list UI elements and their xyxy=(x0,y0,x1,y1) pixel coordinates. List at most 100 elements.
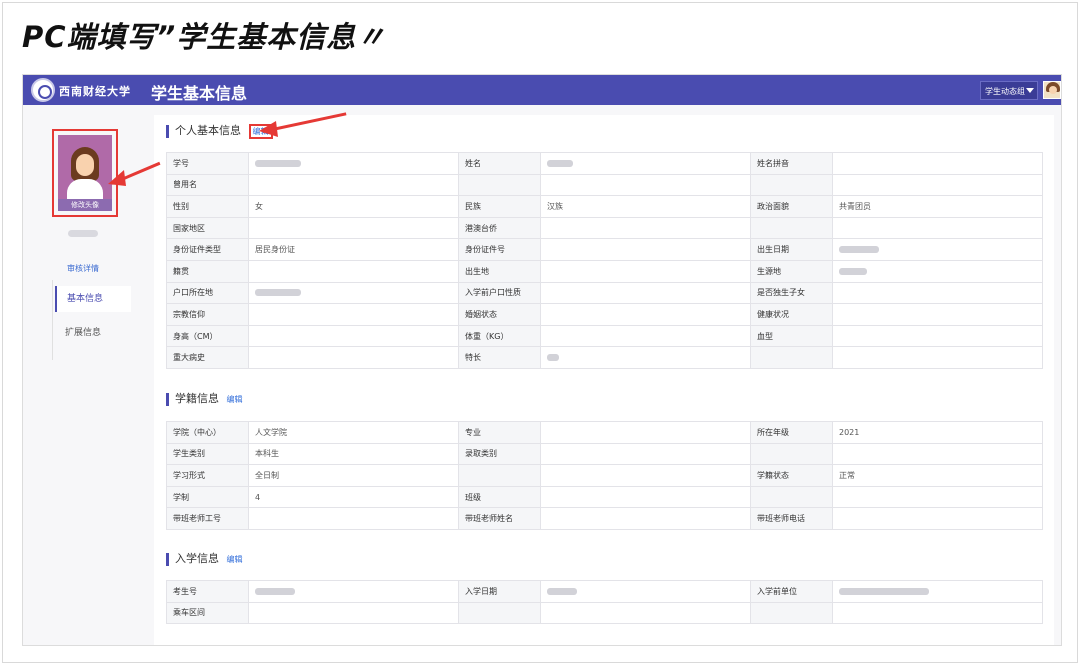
field-label: 重大病史 xyxy=(166,346,249,369)
field-value: 汉族 xyxy=(540,195,751,218)
audit-details-link[interactable]: 审核详情 xyxy=(67,263,99,274)
field-label: 出生地 xyxy=(458,259,541,283)
field-value: 正常 xyxy=(832,464,1043,487)
field-value: 本科生 xyxy=(248,442,459,466)
field-label: 学号 xyxy=(166,152,249,175)
field-value xyxy=(248,346,459,369)
field-label xyxy=(750,485,833,509)
edit-admission-button[interactable]: 编辑 xyxy=(227,555,243,564)
field-label: 体重（KG） xyxy=(458,324,541,348)
table-row: 曾用名 xyxy=(166,173,1043,197)
field-value xyxy=(540,152,751,175)
field-label: 政治面貌 xyxy=(750,195,833,218)
photo-highlight-box: 修改头像 xyxy=(52,129,118,217)
table-row: 身高（CM） 体重（KG） 血型 xyxy=(166,324,1043,348)
field-value xyxy=(248,324,459,348)
field-label: 录取类别 xyxy=(458,442,541,466)
field-label: 姓名 xyxy=(458,152,541,175)
field-label: 带班老师电话 xyxy=(750,507,833,530)
field-value xyxy=(540,442,751,466)
field-label xyxy=(750,173,833,197)
field-label: 乘车区间 xyxy=(166,601,249,625)
field-label: 港澳台侨 xyxy=(458,216,541,240)
field-label: 户口所在地 xyxy=(166,281,249,305)
field-value xyxy=(248,259,459,283)
field-value: 人文学院 xyxy=(248,421,459,444)
field-value: 居民身份证 xyxy=(248,238,459,261)
redacted-value xyxy=(547,354,559,362)
field-label xyxy=(750,442,833,466)
field-label: 曾用名 xyxy=(166,173,249,197)
photo-face xyxy=(76,154,94,176)
table-row: 性别女民族 汉族 政治面貌 共青团员 xyxy=(166,195,1043,218)
student-photo[interactable]: 修改头像 xyxy=(58,135,112,211)
field-label: 性别 xyxy=(166,195,249,218)
group-select[interactable]: 学生动态组 xyxy=(980,81,1038,100)
field-value xyxy=(540,216,751,240)
redacted-value xyxy=(255,159,301,167)
field-label xyxy=(458,464,541,487)
field-label xyxy=(458,173,541,197)
field-label: 专业 xyxy=(458,421,541,444)
field-value xyxy=(832,580,1043,603)
field-label: 入学前单位 xyxy=(750,580,833,603)
table-row: 学生类别 本科生 录取类别 xyxy=(166,442,1043,466)
field-value xyxy=(832,238,1043,261)
table-row: 带班老师工号 带班老师姓名 带班老师电话 xyxy=(166,507,1043,530)
table-row: 重大病史 特长 xyxy=(166,346,1043,369)
field-value xyxy=(248,281,459,305)
field-value xyxy=(248,507,459,530)
field-label: 身份证件类型 xyxy=(166,238,249,261)
field-label: 学院（中心） xyxy=(166,421,249,444)
field-label: 籍贯 xyxy=(166,259,249,283)
nav-item-extended-info[interactable]: 扩展信息 xyxy=(55,320,131,346)
field-value xyxy=(540,259,751,283)
field-label: 血型 xyxy=(750,324,833,348)
field-value xyxy=(540,485,751,509)
field-value xyxy=(832,485,1043,509)
field-label: 国家地区 xyxy=(166,216,249,240)
field-value: 2021 xyxy=(832,421,1043,444)
redacted-value xyxy=(839,246,879,254)
field-value: 4 xyxy=(248,485,459,509)
section-title-personal-text: 个人基本信息 xyxy=(175,124,241,137)
field-label: 是否独生子女 xyxy=(750,281,833,305)
field-label: 班级 xyxy=(458,485,541,509)
field-label: 姓名拼音 xyxy=(750,152,833,175)
field-value xyxy=(540,303,751,326)
field-label xyxy=(458,601,541,625)
table-row: 学习形式 全日制 学籍状态 正常 xyxy=(166,464,1043,487)
enroll-info-table: 学院（中心） 人文学院 专业 所在年级 2021 学生类别 本科生 录取类别 学习形式 全日制 学籍… xyxy=(166,421,1043,530)
nav-item-basic-info[interactable]: 基本信息 xyxy=(55,286,131,312)
field-value xyxy=(832,152,1043,175)
table-row: 乘车区间 xyxy=(166,601,1043,625)
field-value xyxy=(540,324,751,348)
field-label: 带班老师姓名 xyxy=(458,507,541,530)
field-value xyxy=(540,507,751,530)
app-title: 学生基本信息 xyxy=(151,84,248,103)
user-avatar[interactable] xyxy=(1043,81,1061,99)
field-value xyxy=(832,601,1043,625)
field-value xyxy=(832,216,1043,240)
app-window: 西南财经大学 学生基本信息 学生动态组 修改头像 审核详情 基本信息 扩展信息 … xyxy=(22,74,1062,646)
field-value xyxy=(248,580,459,603)
admission-info-table: 考生号 入学日期 入学前单位 乘车区间 xyxy=(166,580,1043,625)
field-value: 共青团员 xyxy=(832,195,1043,218)
field-value xyxy=(540,580,751,603)
field-label: 健康状况 xyxy=(750,303,833,326)
table-row: 宗教信仰 婚姻状态 健康状况 xyxy=(166,303,1043,326)
section-title-admission-text: 入学信息 xyxy=(175,552,219,565)
table-row: 考生号 入学日期 入学前单位 xyxy=(166,580,1043,603)
table-row: 学号 姓名 姓名拼音 xyxy=(166,152,1043,175)
redacted-value xyxy=(547,587,577,595)
field-value: 全日制 xyxy=(248,464,459,487)
table-row: 国家地区 港澳台侨 xyxy=(166,216,1043,240)
field-value: 女 xyxy=(248,195,459,218)
section-title-enroll-text: 学籍信息 xyxy=(175,392,219,405)
field-label: 生源地 xyxy=(750,259,833,283)
field-value xyxy=(832,507,1043,530)
change-photo-button[interactable]: 修改头像 xyxy=(58,199,112,211)
group-select-value: 学生动态组 xyxy=(985,87,1025,96)
edit-enroll-button[interactable]: 编辑 xyxy=(227,395,243,404)
field-value xyxy=(540,346,751,369)
